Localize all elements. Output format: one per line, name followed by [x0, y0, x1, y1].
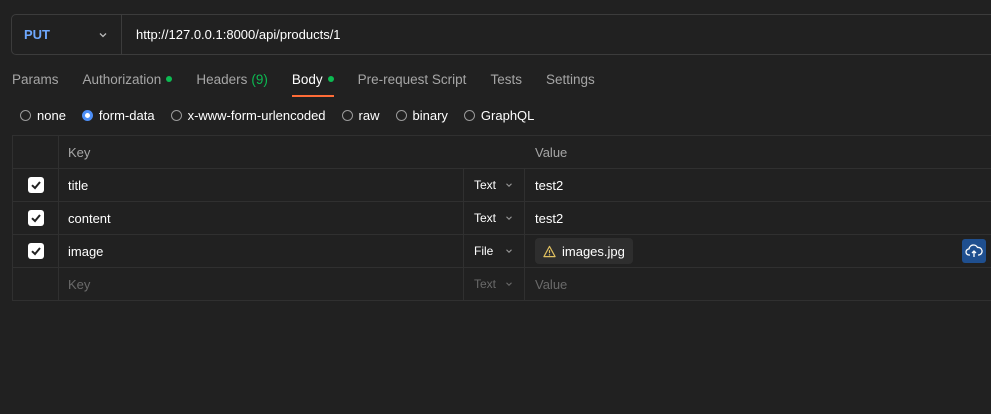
tab-params[interactable]: Params — [12, 64, 59, 96]
chevron-down-icon — [99, 32, 107, 37]
radio-icon — [20, 109, 31, 121]
cloud-upload-icon — [965, 244, 983, 257]
radio-binary[interactable]: binary — [395, 108, 448, 123]
row-key[interactable]: title — [59, 169, 463, 201]
check-icon — [30, 214, 41, 223]
column-header-key: Key — [68, 144, 91, 160]
radio-graphql[interactable]: GraphQL — [463, 108, 534, 123]
radio-icon — [341, 109, 353, 121]
new-value-input[interactable]: Value — [525, 268, 991, 300]
radio-icon — [395, 109, 407, 121]
request-url-bar: PUT http://127.0.0.1:8000/api/products/1 — [11, 14, 991, 55]
radio-x-www-form-urlencoded[interactable]: x-www-form-urlencoded — [170, 108, 326, 123]
check-icon — [30, 247, 41, 256]
row-type-select[interactable]: Text — [463, 202, 525, 234]
tab-body[interactable]: Body — [291, 64, 334, 97]
cloud-upload-button[interactable] — [962, 239, 986, 263]
check-icon — [30, 181, 41, 190]
radio-icon — [463, 109, 475, 121]
request-tabs: Params Authorization Headers (9) Body Pre… — [12, 64, 619, 97]
row-key[interactable]: image — [59, 235, 463, 267]
status-dot-icon — [166, 76, 173, 82]
row-key[interactable]: content — [59, 202, 463, 234]
headers-count: (9) — [251, 71, 268, 87]
tab-headers[interactable]: Headers (9) — [196, 64, 268, 96]
warning-icon — [543, 245, 556, 257]
chevron-down-icon — [506, 183, 512, 188]
table-header: Key Value — [13, 136, 991, 169]
row-value[interactable]: test2 — [525, 169, 991, 201]
radio-checked-icon — [81, 109, 93, 121]
status-dot-icon — [327, 76, 334, 82]
table-row-new: Key Text Value — [13, 268, 991, 300]
file-chip[interactable]: images.jpg — [535, 238, 633, 264]
header-check-cell — [13, 136, 59, 168]
row-value[interactable]: test2 — [525, 202, 991, 234]
row-checkbox[interactable] — [27, 243, 44, 259]
chevron-down-icon — [506, 249, 512, 254]
radio-form-data[interactable]: form-data — [81, 108, 155, 123]
table-row: title Text test2 — [13, 169, 991, 202]
row-checkbox[interactable] — [27, 210, 44, 226]
chevron-down-icon — [506, 282, 512, 287]
form-data-table: Key Value title Text test2 content Text … — [12, 135, 991, 301]
row-type-select[interactable]: File — [463, 235, 525, 267]
tab-tests[interactable]: Tests — [490, 64, 522, 96]
tab-authorization[interactable]: Authorization — [83, 64, 173, 96]
chevron-down-icon — [506, 216, 512, 221]
radio-none[interactable]: none — [20, 108, 66, 123]
table-row: image File images.jpg — [13, 235, 991, 268]
radio-raw[interactable]: raw — [341, 108, 380, 123]
method-select[interactable]: PUT — [12, 15, 122, 54]
method-label: PUT — [24, 27, 50, 42]
row-type-select[interactable]: Text — [463, 268, 525, 300]
row-type-select[interactable]: Text — [463, 169, 525, 201]
row-checkbox[interactable] — [27, 177, 44, 193]
body-type-selector: none form-data x-www-form-urlencoded raw… — [20, 105, 550, 125]
file-name: images.jpg — [562, 243, 625, 259]
column-header-value: Value — [535, 144, 568, 160]
radio-icon — [170, 109, 182, 121]
table-row: content Text test2 — [13, 202, 991, 235]
tab-pre-request-script[interactable]: Pre-request Script — [358, 64, 467, 96]
url-input[interactable]: http://127.0.0.1:8000/api/products/1 — [122, 27, 341, 42]
new-key-input[interactable]: Key — [59, 268, 463, 300]
tab-settings[interactable]: Settings — [546, 64, 595, 96]
